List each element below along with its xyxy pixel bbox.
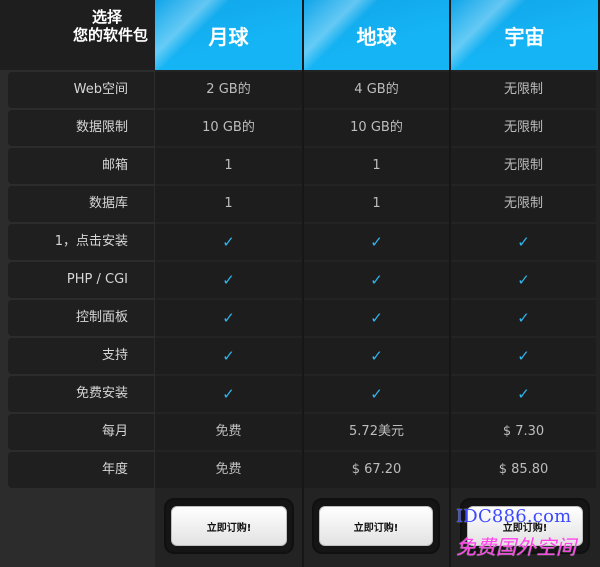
cell-moon: 1 [155,148,304,184]
table-row: 控制面板 ✓ ✓ ✓ [0,300,600,336]
table-row: 1，点击安装 ✓ ✓ ✓ [0,224,600,260]
plan-name-earth: 地球 [356,24,397,49]
row-label: 每月 [8,414,154,450]
cell-earth: 10 GB的 [304,110,451,146]
cell-earth: $ 67.20 [304,452,451,488]
pricing-table: 选择 您的软件包 月球 地球 宇宙 Web空间 2 GB的 4 GB的 无限制 … [0,0,600,567]
table-row: Web空间 2 GB的 4 GB的 无限制 [0,72,600,108]
table-row: PHP / CGI ✓ ✓ ✓ [0,262,600,298]
row-label: Web空间 [8,72,154,108]
row-label: 数据库 [8,186,154,222]
cell-earth: 5.72美元 [304,414,451,450]
plan-header-moon: 月球 [155,0,304,70]
check-icon: ✓ [451,300,596,336]
check-icon: ✓ [304,338,451,374]
cell-universe: 无限制 [451,110,596,146]
watermark-domain: IDC886.com [456,506,572,527]
cell-moon: 免费 [155,414,304,450]
pricing-header: 选择 您的软件包 月球 地球 宇宙 [0,0,600,70]
watermark-tagline: 免费国外空间 [456,535,576,559]
cell-earth: 1 [304,186,451,222]
cell-universe: $ 7.30 [451,414,596,450]
check-icon: ✓ [155,338,304,374]
cell-universe: $ 85.80 [451,452,596,488]
choose-package-heading: 选择 您的软件包 [8,8,148,52]
row-label: PHP / CGI [8,262,154,298]
table-row: 数据限制 10 GB的 10 GB的 无限制 [0,110,600,146]
table-row: 年度 免费 $ 67.20 $ 85.80 [0,452,600,488]
check-icon: ✓ [304,224,451,260]
cell-universe: 无限制 [451,72,596,108]
check-icon: ✓ [451,224,596,260]
plan-name-moon: 月球 [208,24,249,49]
plan-header-earth: 地球 [304,0,451,70]
check-icon: ✓ [451,338,596,374]
check-icon: ✓ [155,300,304,336]
check-icon: ✓ [304,262,451,298]
row-label: 支持 [8,338,154,374]
cell-universe: 无限制 [451,148,596,184]
row-label: 免费安装 [8,376,154,412]
cell-moon: 10 GB的 [155,110,304,146]
check-icon: ✓ [304,300,451,336]
heading-line-2: 您的软件包 [72,26,148,44]
heading-line-1: 选择 [91,8,122,26]
cell-earth: 1 [304,148,451,184]
cell-moon: 1 [155,186,304,222]
cell-universe: 无限制 [451,186,596,222]
row-label: 控制面板 [8,300,154,336]
row-label: 邮箱 [8,148,154,184]
cell-earth: 4 GB的 [304,72,451,108]
row-label: 1，点击安装 [8,224,154,260]
check-icon: ✓ [155,262,304,298]
table-row: 邮箱 1 1 无限制 [0,148,600,184]
check-icon: ✓ [451,376,596,412]
plan-name-universe: 宇宙 [504,24,545,49]
table-row: 免费安装 ✓ ✓ ✓ [0,376,600,412]
table-row: 支持 ✓ ✓ ✓ [0,338,600,374]
row-label: 年度 [8,452,154,488]
buy-button-earth[interactable]: 立即订购! [319,506,433,546]
check-icon: ✓ [155,376,304,412]
buy-button-moon[interactable]: 立即订购! [171,506,287,546]
cell-moon: 免费 [155,452,304,488]
table-row: 数据库 1 1 无限制 [0,186,600,222]
check-icon: ✓ [155,224,304,260]
table-row: 每月 免费 5.72美元 $ 7.30 [0,414,600,450]
check-icon: ✓ [304,376,451,412]
plan-header-universe: 宇宙 [451,0,600,70]
check-icon: ✓ [451,262,596,298]
row-label: 数据限制 [8,110,154,146]
cell-moon: 2 GB的 [155,72,304,108]
